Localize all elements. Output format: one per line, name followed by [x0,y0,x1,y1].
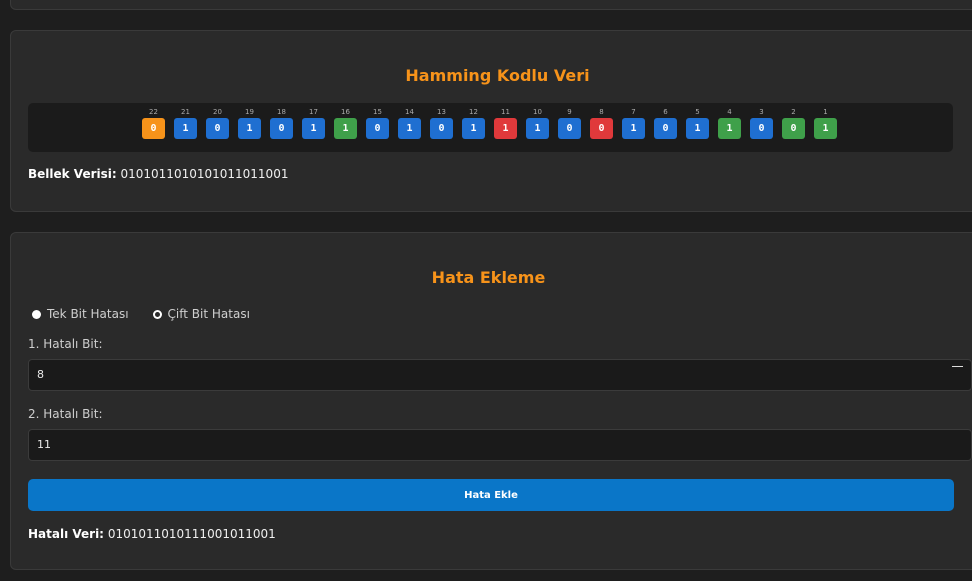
bit-value[interactable]: 0 [654,118,677,139]
error-data-label: Hatalı Veri: [28,527,104,541]
error-injection-panel: Hata Ekleme Tek Bit Hatası Çift Bit Hata… [10,232,972,570]
bit-cell: 71 [622,107,645,139]
error-data-line: Hatalı Veri: 0101011010111001011001 [28,527,276,541]
bit2-label: 2. Hatalı Bit: [28,407,103,421]
bit-index: 6 [663,108,668,116]
bit-value[interactable]: 1 [526,118,549,139]
bit2-input[interactable]: 11 [28,429,972,461]
bit-index: 5 [695,108,700,116]
bit-index: 11 [501,108,510,116]
bit-index: 1 [823,108,828,116]
bit-index: 2 [791,108,796,116]
error-data-value: 0101011010111001011001 [107,527,276,541]
radio-double-bit[interactable] [152,309,162,319]
bit-value[interactable]: 0 [590,118,613,139]
bit-cell: 11 1 [494,107,517,139]
bit-index: 15 [373,108,382,116]
stepper-icon[interactable] [952,366,963,367]
hamming-panel: Hamming Kodlu Veri 22 0 21 1 20 0 19 1 18 0 17 1 16 1… [10,30,972,212]
bit-index: 8 [599,108,604,116]
bit-value[interactable]: 1 [174,118,197,139]
bit2-value: 11 [37,438,51,451]
bit-value[interactable]: 0 [782,118,805,139]
bit-index: 7 [631,108,636,116]
bit-value[interactable]: 1 [814,118,837,139]
bit-index: 16 [341,108,350,116]
bit1-label: 1. Hatalı Bit: [28,337,103,351]
bit-index: 4 [727,108,732,116]
memory-value: 0101011010101011011001 [120,167,289,181]
bit-index: 12 [469,108,478,116]
bit-value[interactable]: 1 [494,118,517,139]
bit-value[interactable]: 0 [142,118,165,139]
bit-cell: 22 0 [142,107,165,139]
radio-single-bit[interactable] [32,309,41,319]
bit-cell: 11 [814,107,837,139]
bit-cell: 12 1 [462,107,485,139]
bit-cell: 16 1 [334,107,357,139]
bit-cell: 17 1 [302,107,325,139]
bits-strip: 22 0 21 1 20 0 19 1 18 0 17 1 16 1 15 0 14 1 13 0 12 1 11 1 10 1 9… [28,103,953,152]
radio-double-bit-label[interactable]: Çift Bit Hatası [168,307,250,321]
bit-cell: 15 0 [366,107,389,139]
memory-line: Bellek Verisi: 0101011010101011011001 [28,167,288,181]
bit-index: 10 [533,108,542,116]
bit-cell: 21 1 [174,107,197,139]
bit-value[interactable]: 1 [238,118,261,139]
bit-cell: 60 [654,107,677,139]
bit1-value: 8 [37,368,44,381]
bit-cell: 19 1 [238,107,261,139]
bit-index: 14 [405,108,414,116]
error-title: Hata Ekleme [431,268,546,287]
bit1-input[interactable]: 8 [28,359,972,391]
bit-cell: 41 [718,107,741,139]
bit-index: 3 [759,108,764,116]
bit-index: 19 [245,108,254,116]
bit-value[interactable]: 1 [686,118,709,139]
bit-value[interactable]: 1 [302,118,325,139]
bit-index: 17 [309,108,318,116]
bit-value[interactable]: 0 [430,118,453,139]
bit-index: 13 [437,108,446,116]
bit-cell: 20 0 [206,107,229,139]
bit-index: 22 [149,108,158,116]
bit-cell: 18 0 [270,107,293,139]
bit-cell: 10 1 [526,107,549,139]
bit-index: 18 [277,108,286,116]
error-type-radios: Tek Bit Hatası Çift Bit Hatası [32,307,274,321]
bit-value[interactable]: 1 [462,118,485,139]
bit-value[interactable]: 1 [334,118,357,139]
bit-index: 9 [567,108,572,116]
bit-cell: 14 1 [398,107,421,139]
bit-value[interactable]: 0 [206,118,229,139]
bit-value[interactable]: 1 [718,118,741,139]
add-error-button[interactable]: Hata Ekle [28,479,954,511]
bit-value[interactable]: 0 [366,118,389,139]
bit-value[interactable]: 1 [398,118,421,139]
bit-cell: 80 [590,107,613,139]
bit-cell: 51 [686,107,709,139]
bits-row: 22 0 21 1 20 0 19 1 18 0 17 1 16 1 15 0 14 1 13 0 12 1 11 1 10 1 9… [142,107,837,139]
bit-value[interactable]: 1 [622,118,645,139]
bit-cell: 90 [558,107,581,139]
bit-cell: 13 0 [430,107,453,139]
hamming-title: Hamming Kodlu Veri [405,66,590,85]
bit-value[interactable]: 0 [558,118,581,139]
bit-cell: 30 [750,107,773,139]
bit-index: 20 [213,108,222,116]
previous-panel [10,0,972,10]
memory-label: Bellek Verisi: [28,167,117,181]
bit-value[interactable]: 0 [270,118,293,139]
radio-single-bit-label[interactable]: Tek Bit Hatası [47,307,129,321]
bit-index: 21 [181,108,190,116]
bit-value[interactable]: 0 [750,118,773,139]
bit-cell: 20 [782,107,805,139]
